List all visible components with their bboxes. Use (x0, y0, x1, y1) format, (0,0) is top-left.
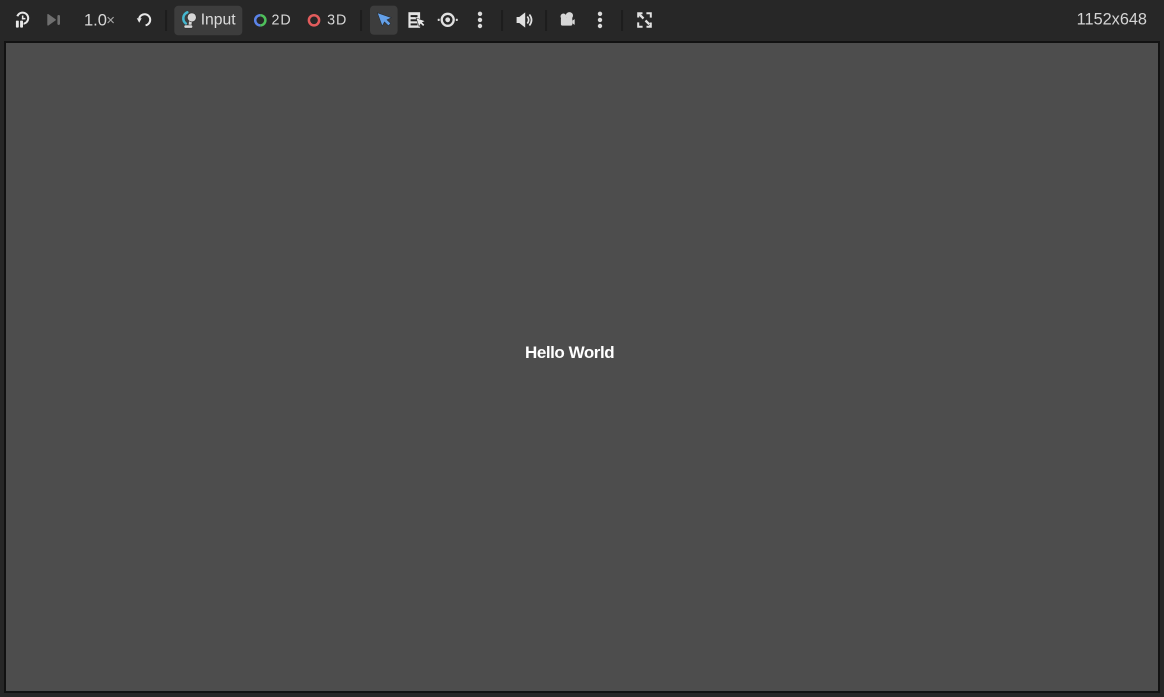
svg-text:3D: 3D (327, 12, 347, 28)
svg-text:×: × (106, 12, 115, 29)
svg-text:1.0: 1.0 (84, 12, 107, 30)
svg-text:Input: Input (201, 12, 237, 29)
svg-text:2D: 2D (272, 12, 292, 28)
svg-text:1152x648: 1152x648 (1077, 10, 1147, 28)
